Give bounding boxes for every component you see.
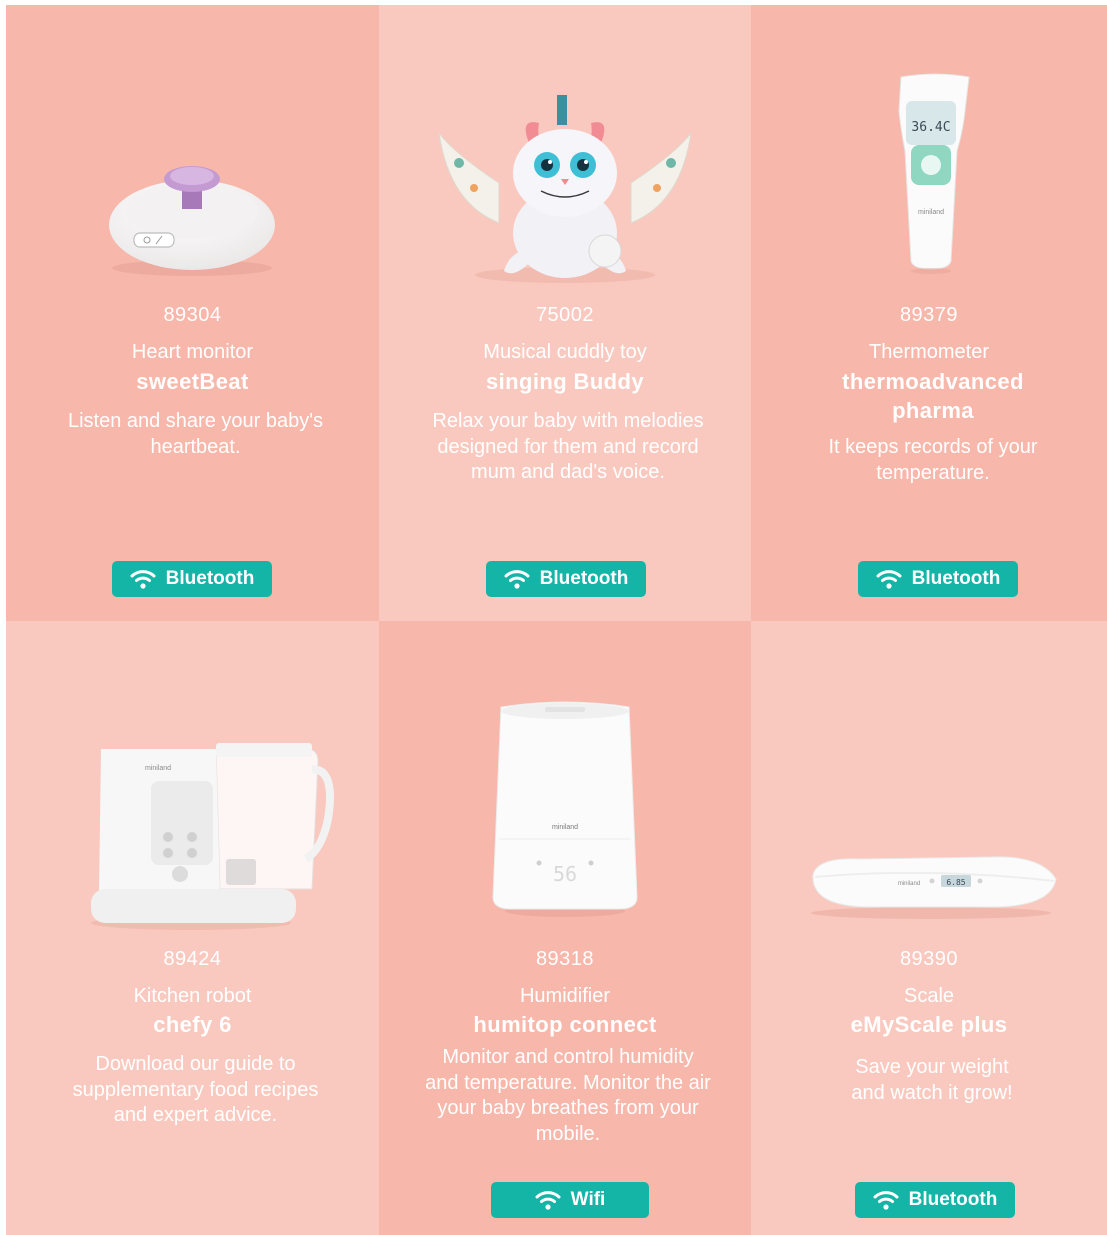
- product-code: 89304: [163, 304, 222, 326]
- product-description: Monitor and control humidity and tempera…: [425, 1046, 711, 1145]
- scale-image: 6.85 miniland: [811, 856, 1057, 919]
- product-code: 89424: [163, 948, 222, 970]
- bluetooth-badge[interactable]: Bluetooth: [112, 561, 272, 597]
- bluetooth-badge[interactable]: Bluetooth: [858, 561, 1018, 597]
- product-tile-chefy-6[interactable]: miniland 89424 Kitchen robot chefy 6 Dow…: [6, 621, 379, 1235]
- badge-label: Bluetooth: [911, 568, 1001, 589]
- wifi-icon: [130, 570, 156, 589]
- product-description: Relax your baby with melodies designed f…: [432, 410, 704, 483]
- bluetooth-badge[interactable]: Bluetooth: [855, 1182, 1015, 1218]
- humidifier-image: miniland 56: [492, 701, 638, 917]
- heart-monitor-image: [109, 166, 275, 276]
- product-tile-singing-buddy[interactable]: 75002 Musical cuddly toy singing Buddy R…: [379, 5, 751, 621]
- bluetooth-badge[interactable]: Bluetooth: [486, 561, 646, 597]
- product-tile-sweetbeat[interactable]: 89304 Heart monitor sweetBeat Listen and…: [6, 5, 379, 621]
- kitchen-robot-image: miniland: [91, 743, 334, 930]
- cuddly-toy-image: [438, 95, 692, 283]
- thermometer-image: 36.4C miniland: [898, 73, 970, 274]
- product-category: Humidifier: [519, 985, 611, 1007]
- wifi-icon: [876, 570, 902, 589]
- wifi-icon: [873, 1191, 899, 1210]
- product-name: eMyScale plus: [850, 1012, 1008, 1037]
- brand-label: miniland: [898, 881, 920, 887]
- product-category: Thermometer: [868, 341, 990, 363]
- badge-label: Bluetooth: [908, 1189, 998, 1210]
- product-category: Musical cuddly toy: [483, 341, 647, 363]
- product-description: Save your weight and watch it grow!: [851, 1056, 1013, 1104]
- humidifier-display-reading: 56: [553, 862, 577, 886]
- product-grid: 89304 Heart monitor sweetBeat Listen and…: [6, 5, 1107, 1235]
- wifi-badge[interactable]: Wifi: [491, 1182, 649, 1218]
- badge-label: Bluetooth: [539, 568, 629, 589]
- product-description: Download our guide to supplementary food…: [72, 1053, 319, 1126]
- brand-label: miniland: [552, 824, 578, 831]
- product-name: thermoadvanced pharma: [842, 369, 1024, 423]
- wifi-icon: [504, 570, 530, 589]
- product-category: Scale: [903, 985, 955, 1007]
- product-category: Heart monitor: [131, 341, 254, 363]
- product-tile-emyscale-plus[interactable]: 6.85 miniland 89390 Scale eMyScale plus …: [751, 621, 1107, 1235]
- badge-label: Wifi: [570, 1189, 606, 1210]
- product-code: 89318: [535, 948, 595, 970]
- wifi-icon: [535, 1191, 561, 1210]
- badge-label: Bluetooth: [165, 568, 255, 589]
- product-description: Listen and share your baby's heartbeat.: [67, 410, 324, 458]
- thermometer-display-reading: 36.4C: [911, 120, 950, 135]
- product-name: humitop connect: [473, 1012, 657, 1037]
- product-category: Kitchen robot: [133, 985, 252, 1007]
- product-name: chefy 6: [153, 1012, 232, 1037]
- product-code: 75002: [535, 304, 595, 326]
- product-name: singing Buddy: [486, 369, 644, 394]
- product-tile-thermoadvanced-pharma[interactable]: 36.4C miniland 89379 Thermometer thermoa…: [751, 5, 1107, 621]
- brand-label: miniland: [145, 765, 171, 772]
- product-code: 89390: [899, 948, 959, 970]
- product-description: It keeps records of your temperature.: [828, 436, 1038, 484]
- product-tile-humitop-connect[interactable]: miniland 56 89318 Humidifier humitop con…: [379, 621, 751, 1235]
- scale-display-reading: 6.85: [946, 878, 965, 887]
- product-code: 89379: [899, 304, 959, 326]
- brand-label: miniland: [918, 209, 944, 216]
- product-name: sweetBeat: [136, 369, 249, 394]
